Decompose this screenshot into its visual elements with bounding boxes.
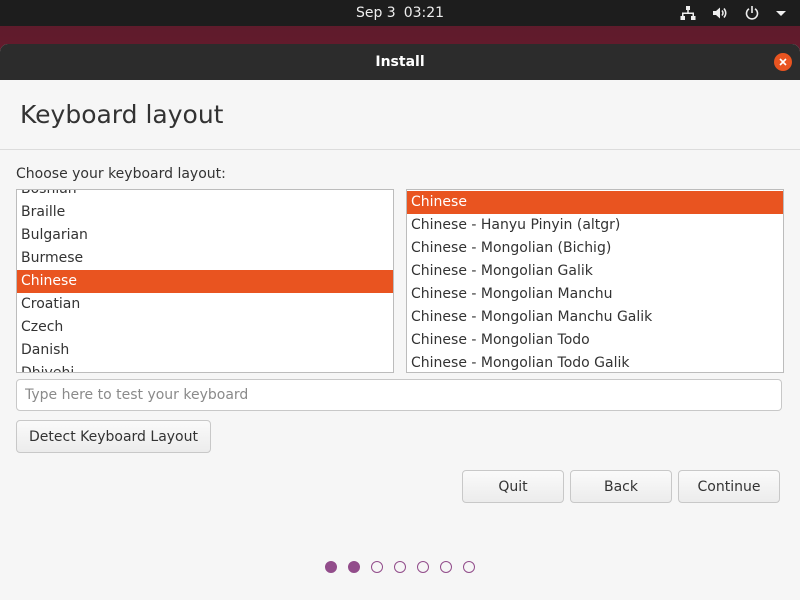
progress-dot: [348, 561, 360, 573]
list-item[interactable]: Dhivehi: [17, 362, 393, 372]
list-item[interactable]: Croatian: [17, 293, 393, 316]
layout-list[interactable]: Bosnian Braille Bulgarian Burmese Chinese Cro…: [16, 189, 394, 373]
continue-button[interactable]: Continue: [678, 470, 780, 503]
progress-dot: [417, 561, 429, 573]
list-item[interactable]: Burmese: [17, 247, 393, 270]
network-icon[interactable]: [680, 5, 696, 21]
list-item[interactable]: Braille: [17, 201, 393, 224]
power-icon[interactable]: [744, 5, 760, 21]
variant-list-items: Chinese Chinese - Hanyu Pinyin (altgr) Chi…: [407, 191, 783, 372]
close-icon: [779, 58, 787, 66]
list-item[interactable]: Chinese - Hanyu Pinyin (altgr): [407, 214, 783, 237]
system-tray[interactable]: [680, 4, 786, 22]
progress-dot: [463, 561, 475, 573]
progress-dot: [325, 561, 337, 573]
list-item[interactable]: Chinese - Mongolian Galik: [407, 260, 783, 283]
layout-list-items: Bosnian Braille Bulgarian Burmese Chinese Cro…: [17, 190, 393, 372]
page-header: Keyboard layout: [0, 80, 800, 150]
progress-indicator: [0, 561, 800, 573]
list-item[interactable]: Chinese - Mongolian (Bichig): [407, 237, 783, 260]
list-item[interactable]: Danish: [17, 339, 393, 362]
variant-list[interactable]: Chinese Chinese - Hanyu Pinyin (altgr) Chi…: [406, 189, 784, 373]
time-label: 03:21: [403, 5, 445, 21]
keyboard-test-input[interactable]: [16, 379, 782, 411]
page-title: Keyboard layout: [20, 100, 224, 129]
list-item[interactable]: Czech: [17, 316, 393, 339]
list-item[interactable]: Bosnian: [17, 190, 393, 201]
close-button[interactable]: [774, 53, 792, 71]
back-button[interactable]: Back: [570, 470, 672, 503]
list-item[interactable]: Bulgarian: [17, 224, 393, 247]
list-item[interactable]: Chinese - Mongolian Todo: [407, 329, 783, 352]
date-label: Sep 3: [355, 5, 396, 21]
progress-dot: [440, 561, 452, 573]
list-item[interactable]: Chinese: [17, 270, 393, 293]
list-item[interactable]: Chinese - Mongolian Manchu: [407, 283, 783, 306]
volume-icon[interactable]: [712, 5, 728, 21]
detect-layout-button[interactable]: Detect Keyboard Layout: [16, 420, 211, 453]
list-item[interactable]: Chinese - Mongolian Todo Galik: [407, 352, 783, 372]
progress-dot: [394, 561, 406, 573]
progress-dot: [371, 561, 383, 573]
list-item[interactable]: Chinese: [407, 191, 783, 214]
list-item[interactable]: Chinese - Mongolian Manchu Galik: [407, 306, 783, 329]
layout-prompt: Choose your keyboard layout:: [16, 166, 226, 182]
window-title: Install: [375, 54, 425, 70]
top-bar: Sep 3 03:21: [0, 0, 800, 26]
installer-window: Install Keyboard layout Choose your keyb…: [0, 44, 800, 600]
quit-button[interactable]: Quit: [462, 470, 564, 503]
title-bar[interactable]: Install: [0, 44, 800, 80]
chevron-down-icon[interactable]: [776, 5, 786, 21]
